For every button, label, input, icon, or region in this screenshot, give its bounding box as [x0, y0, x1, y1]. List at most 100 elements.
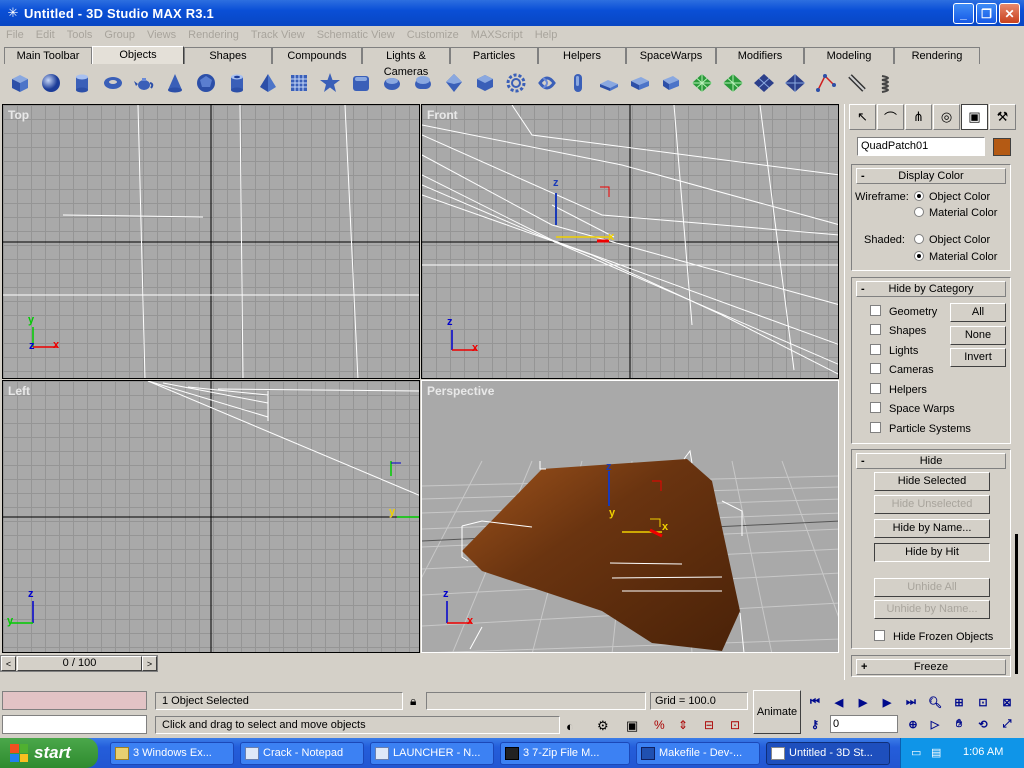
geosphere-icon[interactable]: [190, 67, 221, 99]
tab-shapes[interactable]: Shapes: [184, 47, 272, 64]
hide-frozen-objects-checkbox[interactable]: Hide Frozen Objects: [874, 630, 993, 643]
tab-lights-cameras[interactable]: Lights & Cameras: [362, 47, 450, 78]
torus-knot-icon[interactable]: [531, 67, 562, 99]
tab-modeling[interactable]: Modeling: [804, 47, 894, 64]
wireframe-object-color-radio[interactable]: Object Color: [914, 191, 990, 203]
nurbs-point-surface-icon[interactable]: [779, 67, 810, 99]
maximize-button[interactable]: ❐: [976, 3, 997, 24]
snap-toggle-icon[interactable]: ⚙: [597, 718, 609, 734]
start-button[interactable]: start: [0, 738, 98, 768]
cone-icon[interactable]: [159, 67, 190, 99]
time-slider[interactable]: < 0 / 100 >: [0, 655, 158, 672]
gear-icon[interactable]: [500, 67, 531, 99]
viewport-perspective[interactable]: Perspective z y x z x: [421, 380, 839, 653]
title-bar[interactable]: ✳ Untitled - 3D Studio MAX R3.1 _ ❐ ✕: [0, 0, 1024, 26]
object-color-swatch[interactable]: [993, 138, 1011, 156]
category-invert-button[interactable]: Invert: [950, 348, 1006, 367]
tab-main-toolbar[interactable]: Main Toolbar: [4, 47, 92, 64]
category-particle-systems-checkbox[interactable]: Particle Systems: [870, 422, 971, 435]
spring-icon[interactable]: [872, 67, 903, 99]
category-geometry-checkbox[interactable]: Geometry: [870, 305, 937, 318]
utilities-tab-icon[interactable]: ⚒: [989, 104, 1016, 130]
crossing-window-icon[interactable]: ⊟: [704, 718, 714, 732]
viewport-front[interactable]: Front z x z x: [421, 104, 839, 379]
prism-icon[interactable]: [655, 67, 686, 99]
menu-maxscript[interactable]: MAXScript: [471, 29, 523, 41]
previous-frame-icon[interactable]: ◀: [830, 693, 848, 711]
maxscript-input[interactable]: [2, 715, 147, 734]
zoom-extents-icon[interactable]: ⊡: [974, 693, 992, 711]
viewport-label-top[interactable]: Top: [8, 108, 29, 122]
star-icon[interactable]: [314, 67, 345, 99]
nurbs-curve-icon[interactable]: [810, 67, 841, 99]
command-panel-scrollbar[interactable]: [1015, 534, 1018, 674]
gem-icon[interactable]: [438, 67, 469, 99]
next-frame-icon[interactable]: ▶: [878, 693, 896, 711]
category-helpers-checkbox[interactable]: Helpers: [870, 383, 927, 396]
modify-tab-icon[interactable]: ⌒: [877, 104, 904, 130]
minimize-button[interactable]: _: [953, 3, 974, 24]
pyramid-icon[interactable]: [252, 67, 283, 99]
tab-particles[interactable]: Particles: [450, 47, 538, 64]
menu-edit[interactable]: Edit: [36, 29, 55, 41]
degradation-override-icon[interactable]: ◐: [566, 719, 574, 734]
menu-customize[interactable]: Customize: [407, 29, 459, 41]
tab-helpers[interactable]: Helpers: [538, 47, 626, 64]
category-none-button[interactable]: None: [950, 326, 1006, 345]
viewport-label-front[interactable]: Front: [427, 108, 458, 122]
menu-group[interactable]: Group: [104, 29, 135, 41]
unhide-all-button[interactable]: Unhide All: [874, 578, 990, 597]
hide-by-name-button[interactable]: Hide by Name...: [874, 519, 990, 538]
shaded-object-color-radio[interactable]: Object Color: [914, 234, 990, 246]
key-mode-icon[interactable]: ⚷: [806, 715, 824, 733]
hide-unselected-button[interactable]: Hide Unselected: [874, 495, 990, 514]
menu-rendering[interactable]: Rendering: [188, 29, 239, 41]
freeze-rollout-header[interactable]: + Freeze: [856, 659, 1006, 675]
time-slider-prev-icon[interactable]: <: [1, 656, 16, 671]
pan-icon[interactable]: ✋︎: [950, 715, 968, 733]
hide-by-hit-button[interactable]: Hide by Hit: [874, 543, 990, 562]
nurbs-surface-icon[interactable]: [748, 67, 779, 99]
category-all-button[interactable]: All: [950, 303, 1006, 322]
tab-rendering[interactable]: Rendering: [894, 47, 980, 64]
menu-schematic-view[interactable]: Schematic View: [317, 29, 395, 41]
arc-rotate-icon[interactable]: ⟲: [974, 715, 992, 733]
current-frame-field[interactable]: 0: [830, 715, 898, 733]
mirror-snap-icon[interactable]: ⊡: [730, 718, 740, 732]
viewport-label-perspective[interactable]: Perspective: [427, 384, 494, 398]
viewport-label-left[interactable]: Left: [8, 384, 30, 398]
close-button[interactable]: ✕: [999, 3, 1020, 24]
oil-tank-icon[interactable]: [407, 67, 438, 99]
unhide-by-name-button[interactable]: Unhide by Name...: [874, 600, 990, 619]
bone-icon[interactable]: [841, 67, 872, 99]
taskbar-item-7zip[interactable]: 3 7-Zip File M...: [500, 742, 630, 765]
category-cameras-checkbox[interactable]: Cameras: [870, 363, 934, 376]
shaded-material-color-radio[interactable]: Material Color: [914, 251, 997, 263]
safely-remove-hardware-icon[interactable]: ▭: [911, 746, 921, 759]
tri-patch-icon[interactable]: [717, 67, 748, 99]
zoom-extents-all-icon[interactable]: ⊠: [998, 693, 1016, 711]
zoom-icon[interactable]: 🔍︎: [926, 693, 944, 711]
pill-icon[interactable]: [562, 67, 593, 99]
taskbar-item-notepad[interactable]: Crack - Notepad: [240, 742, 364, 765]
hide-selected-button[interactable]: Hide Selected: [874, 472, 990, 491]
maximize-viewport-icon[interactable]: ⤢: [998, 715, 1016, 733]
menu-file[interactable]: File: [6, 29, 24, 41]
category-shapes-checkbox[interactable]: Shapes: [870, 324, 926, 337]
object-name-field[interactable]: QuadPatch01: [857, 137, 985, 156]
menu-help[interactable]: Help: [535, 29, 558, 41]
angle-snap-icon[interactable]: ▣: [626, 718, 638, 734]
maxscript-listener-mini[interactable]: [2, 691, 147, 710]
grid-plane-icon[interactable]: [283, 67, 314, 99]
zoom-all-icon[interactable]: ⊞: [950, 693, 968, 711]
hide-by-category-rollout-header[interactable]: - Hide by Category: [856, 281, 1006, 297]
percent-snap-icon[interactable]: %: [654, 718, 665, 732]
spinner-snap-icon[interactable]: ⇕: [678, 718, 688, 732]
create-tab-icon[interactable]: ↖: [849, 104, 876, 130]
chamfer-box-icon[interactable]: [345, 67, 376, 99]
sphere-icon[interactable]: [35, 67, 66, 99]
menu-track-view[interactable]: Track View: [251, 29, 305, 41]
c-ext-icon[interactable]: [624, 67, 655, 99]
clock[interactable]: 1:06 AM: [963, 746, 1003, 758]
viewport-top[interactable]: Top y z x: [2, 104, 420, 379]
